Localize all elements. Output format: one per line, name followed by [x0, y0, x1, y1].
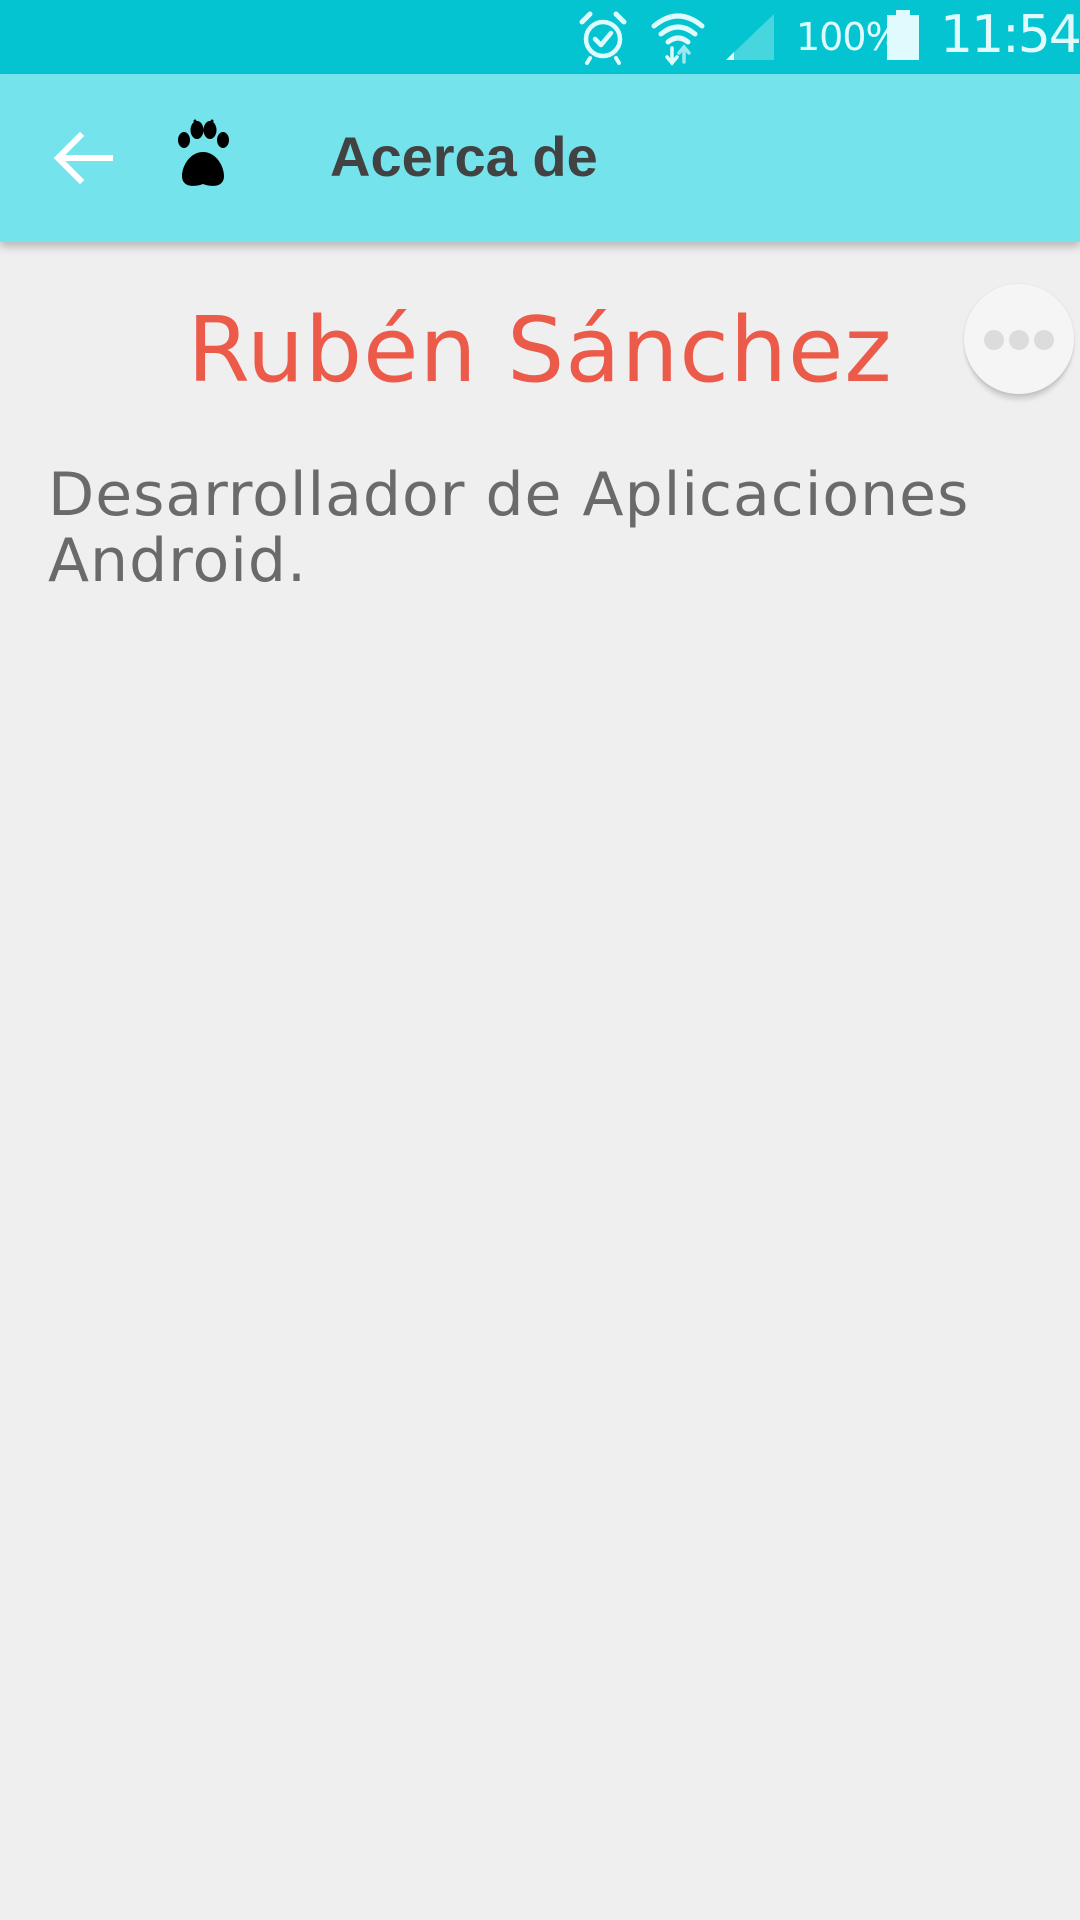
more-dots-icon — [1009, 330, 1029, 350]
status-bar: 100% 11:54 — [0, 0, 1080, 74]
more-dots-icon — [984, 330, 1004, 350]
app-bar: Acerca de — [0, 74, 1080, 242]
about-screen: 100% 11:54 Acerca de Rubén Sánchez Desar… — [0, 0, 1080, 1920]
status-clock: 11:54 — [940, 5, 1080, 65]
alarm-icon — [579, 11, 627, 65]
arrow-back-icon[interactable] — [48, 126, 122, 190]
author-description: Desarrollador de Aplicaciones Android. — [48, 460, 970, 596]
battery-icon — [887, 10, 919, 60]
signal-icon — [726, 14, 774, 60]
page-title: Acerca de — [330, 125, 598, 188]
more-dots-icon — [1034, 330, 1054, 350]
paw-icon — [178, 119, 229, 186]
more-options-button[interactable] — [964, 284, 1074, 394]
wifi-icon — [651, 13, 705, 66]
author-name: Rubén Sánchez — [187, 298, 893, 403]
